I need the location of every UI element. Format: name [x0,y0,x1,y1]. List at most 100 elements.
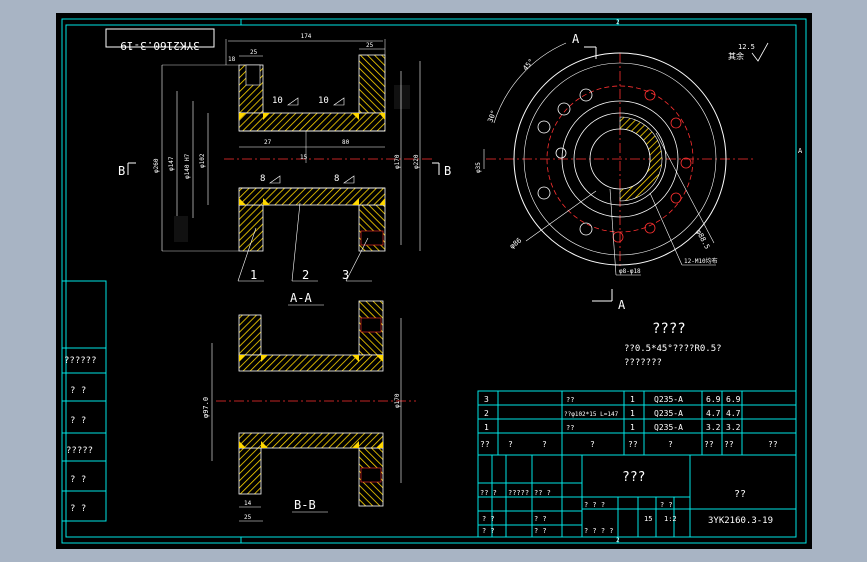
title-stamp-text: 3YK2160.3-19 [120,39,199,52]
bom-row2-mat: Q235-A [654,409,683,418]
bom-row3-name: ?? [566,396,574,404]
title-block: ??? ?? 3YK2160.3-19 15 1:2 ?? ? ????? ??… [477,454,797,538]
bom-row1-name: ?? [566,424,574,432]
tb-label-7: ? ? [534,527,547,535]
flange-face-view: 45° 30° φ86 φ8-φ18 12-M10均布 φ88.5 φ35 A … [475,32,769,312]
section-arrow-b-left: B [118,164,125,178]
drawing-number: 3YK2160.3-19 [708,516,773,526]
bb-dim-d1: φ97.0 [202,397,210,418]
bom-row1-mat: Q235-A [654,423,683,432]
dim-flange-left: 25 [250,49,258,56]
bom-row3-mat: Q235-A [654,395,683,404]
bom-header-0: ?? [480,440,490,449]
bom-row2-w1: 4.7 [706,409,721,418]
left-cell-1: ? ? [70,386,86,396]
tb-label-3: ? ? ? [584,501,605,509]
weld-4: 8 [334,174,339,184]
bom-row3-no: 3 [484,395,489,404]
angle-45: 45° [521,57,535,72]
bb-dim-w2: 25 [244,514,252,521]
weld-2: 10 [318,96,329,106]
bom-header-7: ?? [724,440,734,449]
weld-3: 8 [260,174,265,184]
circle-dim-d2: φ8-φ18 [619,268,641,275]
left-cell-5: ? ? [70,416,86,426]
dim-overall: 174 [301,33,312,40]
tb-label-5: ? ? [534,515,547,523]
bom-row2-name: ??φ102*15 L=147 [564,411,619,418]
outer-frame [61,18,807,544]
left-cell-2: ????? [66,446,93,456]
section-aa: 174 25 25 18 27 80 15 φ260 φ147 φ140 H7 … [118,33,451,306]
dim-d6: φ220 [413,154,420,169]
bom-header-4: ?? [628,440,638,449]
technical-notes: ???? ??0.5*45°????R0.5? ??????? [624,321,722,368]
bom-header-5: ? [668,440,673,449]
unit-name: ?? [734,489,746,500]
bom-row2-w2: 4.7 [726,409,741,418]
frame-mark-right: A [798,147,803,155]
section-arrow-b-right: B [444,164,451,178]
part-number-3: 3 [342,268,349,282]
frame-mark-bottom-2: 2 [616,537,620,544]
circle-note: 12-M10均布 [684,257,718,265]
tb-label-2: ?? ? [534,489,551,497]
dim-d2: φ147 [168,156,175,171]
bom-header-6: ?? [704,440,714,449]
section-bb-label: B-B [294,498,316,512]
dim-d4: φ102 [199,153,206,168]
part-name: ??? [622,470,645,485]
dim-step: 18 [228,56,236,63]
bom-row3-w1: 6.9 [706,395,721,404]
dim-inner2: 80 [342,139,350,146]
bom-header-1: ? [508,440,513,449]
bom-header-8: ?? [768,440,778,449]
sheet-count: 15 [644,515,652,523]
drawing-sheet: 2 2 A ?????? ? ? ????? ? ? ? ? ? ? 3YK21… [56,13,812,549]
bom-table: 3 ?? 1 Q235-A 6.9 6.9 2 ??φ102*15 L=147 … [477,390,797,456]
dim-inner1: 27 [264,139,272,146]
left-cell-3: ? ? [70,475,86,485]
left-cell-4: ? ? [70,504,86,514]
bom-row2-qty: 1 [630,409,635,418]
bb-dim-w1: 14 [244,500,252,507]
notes-line-1: ??0.5*45°????R0.5? [624,344,722,354]
inner-frame [65,24,797,538]
section-mark-a-top: A [572,32,580,46]
bom-header-2: ? [542,440,547,449]
tb-label-1: ????? [508,489,529,497]
bom-row1-no: 1 [484,423,489,432]
roughness-value: 12.5 [738,43,755,51]
tb-label-8: ? ? [660,501,673,509]
part-number-1: 1 [250,268,257,282]
notes-line-2: ??????? [624,358,662,368]
bom-row2-no: 2 [484,409,489,418]
bom-row3-w2: 6.9 [726,395,741,404]
scale: 1:2 [664,515,677,523]
tb-label-6: ? ? [482,527,495,535]
left-cell-0: ?????? [64,356,97,366]
circle-dim-d3: φ86 [508,236,523,250]
dim-flange-right: 25 [366,42,374,49]
section-mark-a-bottom: A [618,298,626,312]
dim-d5: φ170 [394,154,401,169]
section-aa-label: A-A [290,291,312,305]
bom-row1-w2: 3.2 [726,423,741,432]
circle-dim-d4: φ88.5 [694,228,711,250]
tb-label-9: ? ? ? ? [584,527,614,535]
title-stamp: 3YK2160.3-19 [105,28,215,52]
notes-title: ???? [652,321,686,337]
bom-row1-qty: 1 [630,423,635,432]
weld-1: 10 [272,96,283,106]
bom-header-3: ? [590,440,595,449]
cad-drawing: 2 2 A ?????? ? ? ????? ? ? ? ? ? ? 3YK21… [61,18,807,544]
section-bb: φ97.0 φ170 14 25 B-B [202,300,416,522]
bom-row1-w1: 3.2 [706,423,721,432]
tb-label-0: ?? ? [480,489,497,497]
tb-label-4: ? ? [482,515,495,523]
frame-mark-top-2: 2 [616,19,620,26]
angle-30: 30° [486,109,498,124]
dim-d3: φ140 H7 [184,153,191,179]
roughness-note: 其余 [728,51,744,61]
circle-dim-d1: φ35 [475,162,482,173]
